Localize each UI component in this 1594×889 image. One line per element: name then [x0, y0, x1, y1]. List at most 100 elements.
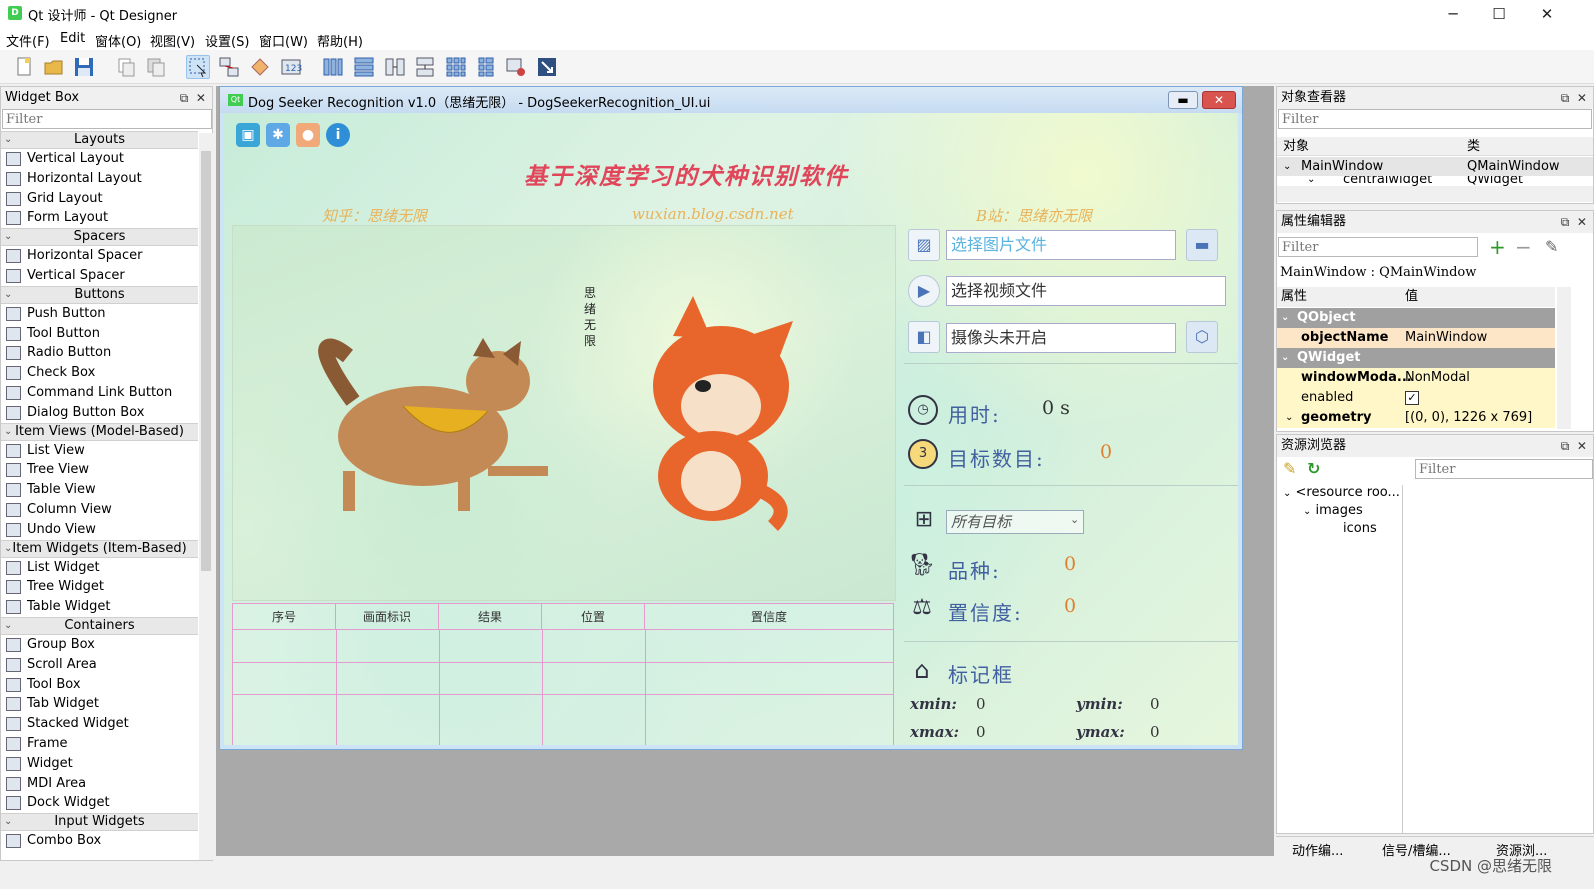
- dock-float-close-buttons[interactable]: ⧉ ✕: [180, 87, 206, 109]
- widget-item[interactable]: Stacked Widget: [1, 714, 198, 734]
- widget-item[interactable]: Form Layout: [1, 208, 198, 228]
- tab-action-editor[interactable]: 动作编...: [1292, 840, 1343, 859]
- horizontal-scrollbar[interactable]: [1277, 186, 1593, 202]
- widget-item[interactable]: Push Button: [1, 304, 198, 324]
- tree-row[interactable]: ⌄ images: [1303, 503, 1363, 518]
- result-table[interactable]: 序号 画面标识 结果 位置 置信度: [232, 603, 894, 745]
- widget-item[interactable]: List Widget: [1, 558, 198, 578]
- property-value[interactable]: MainWindow: [1405, 328, 1487, 348]
- widget-category[interactable]: ⌄ Layouts: [1, 131, 198, 149]
- scrollbar-thumb[interactable]: [201, 151, 211, 571]
- camera-status-input[interactable]: 摄像头未开启: [946, 323, 1176, 353]
- widget-item[interactable]: Vertical Layout: [1, 149, 198, 169]
- image-file-input[interactable]: 选择图片文件: [946, 230, 1176, 260]
- widget-category[interactable]: ⌄ Containers: [1, 616, 198, 635]
- widget-item[interactable]: Frame: [1, 734, 198, 754]
- widget-item[interactable]: Tool Box: [1, 675, 198, 695]
- widget-item[interactable]: Group Box: [1, 635, 198, 655]
- widget-item[interactable]: Radio Button: [1, 343, 198, 363]
- tree-row[interactable]: ⌄ centralwidget QWidget: [1277, 176, 1593, 186]
- remove-property-icon[interactable]: −: [1515, 235, 1532, 259]
- property-row[interactable]: windowModa... NonModal: [1277, 368, 1555, 388]
- table-header-confidence[interactable]: 置信度: [645, 604, 893, 630]
- tree-row[interactable]: icons: [1343, 521, 1377, 536]
- tree-row[interactable]: ⌄ MainWindow QMainWindow: [1277, 157, 1593, 176]
- form-close-button[interactable]: ✕: [1202, 91, 1236, 109]
- break-layout-icon[interactable]: [504, 55, 528, 79]
- open-folder-icon[interactable]: [42, 55, 66, 79]
- widget-category[interactable]: ⌄ Item Views (Model-Based): [1, 422, 198, 441]
- dock-float-close-buttons[interactable]: ⧉ ✕: [1561, 87, 1587, 109]
- layout-grid-icon[interactable]: [444, 55, 468, 79]
- object-inspector-filter[interactable]: [1278, 109, 1592, 129]
- edit-widgets-icon[interactable]: [186, 55, 210, 79]
- enabled-checkbox[interactable]: ✓: [1405, 391, 1419, 405]
- menu-view[interactable]: 视图(V): [150, 31, 195, 50]
- widget-item[interactable]: Combo Box: [1, 831, 198, 851]
- edit-tab-order-icon[interactable]: 123: [279, 55, 303, 79]
- edit-buddies-icon[interactable]: [248, 55, 272, 79]
- property-row[interactable]: enabled ✓: [1277, 388, 1555, 408]
- widget-category[interactable]: ⌄ Item Widgets (Item-Based): [1, 539, 198, 558]
- dock-float-close-buttons[interactable]: ⧉ ✕: [1561, 435, 1587, 457]
- widget-category[interactable]: ⌄ Input Widgets: [1, 813, 198, 832]
- layout-vertical-splitter-icon[interactable]: [413, 55, 437, 79]
- add-property-icon[interactable]: +: [1489, 235, 1506, 259]
- menu-file[interactable]: 文件(F): [6, 31, 50, 50]
- col-class[interactable]: 类: [1467, 137, 1480, 156]
- user-icon[interactable]: ●: [296, 123, 320, 147]
- property-row[interactable]: ⌄ geometry [(0, 0), 1226 x 769]: [1277, 408, 1555, 428]
- widget-box-filter[interactable]: [2, 109, 212, 129]
- resource-filter[interactable]: [1415, 459, 1593, 479]
- open-folder-icon[interactable]: ▬: [1186, 229, 1218, 261]
- form-window[interactable]: Qt Dog Seeker Recognition v1.0（思绪无限） - D…: [219, 86, 1243, 750]
- widget-item[interactable]: Check Box: [1, 363, 198, 383]
- table-header-index[interactable]: 序号: [233, 604, 336, 630]
- menu-window[interactable]: 窗口(W): [259, 31, 308, 50]
- table-header-position[interactable]: 位置: [542, 604, 645, 630]
- minimize-button[interactable]: ─: [1430, 2, 1476, 26]
- maximize-button[interactable]: ☐: [1476, 2, 1522, 26]
- widget-item[interactable]: Vertical Spacer: [1, 266, 198, 286]
- property-value[interactable]: NonModal: [1405, 368, 1470, 388]
- widget-item[interactable]: MDI Area: [1, 774, 198, 794]
- widget-item[interactable]: Table Widget: [1, 597, 198, 617]
- table-header-result[interactable]: 结果: [439, 604, 542, 630]
- form-minimize-button[interactable]: ▬: [1168, 91, 1198, 109]
- property-group[interactable]: ⌄ QWidget: [1277, 348, 1555, 368]
- menu-form[interactable]: 窗体(O): [95, 31, 141, 50]
- widget-item[interactable]: Dialog Button Box: [1, 403, 198, 423]
- widget-category[interactable]: ⌄ Buttons: [1, 285, 198, 304]
- widget-item[interactable]: Horizontal Spacer: [1, 246, 198, 266]
- col-value[interactable]: 值: [1405, 287, 1418, 307]
- paste-icon[interactable]: [144, 55, 168, 79]
- save-icon[interactable]: ▣: [236, 123, 260, 147]
- video-file-input[interactable]: 选择视频文件: [946, 276, 1226, 306]
- col-property[interactable]: 属性: [1281, 287, 1307, 307]
- widget-item[interactable]: Tab Widget: [1, 694, 198, 714]
- save-icon[interactable]: [72, 55, 96, 79]
- menu-edit[interactable]: Edit: [60, 31, 85, 46]
- reload-icon[interactable]: ↻: [1307, 459, 1320, 478]
- widget-item[interactable]: Tool Button: [1, 324, 198, 344]
- configure-icon[interactable]: ✎: [1545, 237, 1558, 256]
- layout-form-icon[interactable]: [474, 55, 498, 79]
- widget-item[interactable]: Tree Widget: [1, 577, 198, 597]
- menu-help[interactable]: 帮助(H): [317, 31, 363, 50]
- widget-item[interactable]: Command Link Button: [1, 383, 198, 403]
- target-select-dropdown[interactable]: 所有目标: [946, 510, 1084, 534]
- new-file-icon[interactable]: [12, 55, 36, 79]
- widget-item[interactable]: Table View: [1, 480, 198, 500]
- property-group[interactable]: ⌄ QObject: [1277, 308, 1555, 328]
- menu-settings[interactable]: 设置(S): [205, 31, 249, 50]
- col-object[interactable]: 对象: [1283, 137, 1309, 156]
- property-value[interactable]: [(0, 0), 1226 x 769]: [1405, 408, 1532, 428]
- table-header-frame[interactable]: 画面标识: [336, 604, 439, 630]
- widget-item[interactable]: Scroll Area: [1, 655, 198, 675]
- widget-box-scrollbar[interactable]: [199, 133, 213, 860]
- close-button[interactable]: ✕: [1524, 2, 1570, 26]
- copy-icon[interactable]: [114, 55, 138, 79]
- widget-item[interactable]: Widget: [1, 754, 198, 774]
- widget-item[interactable]: Grid Layout: [1, 189, 198, 209]
- widget-item[interactable]: List View: [1, 441, 198, 461]
